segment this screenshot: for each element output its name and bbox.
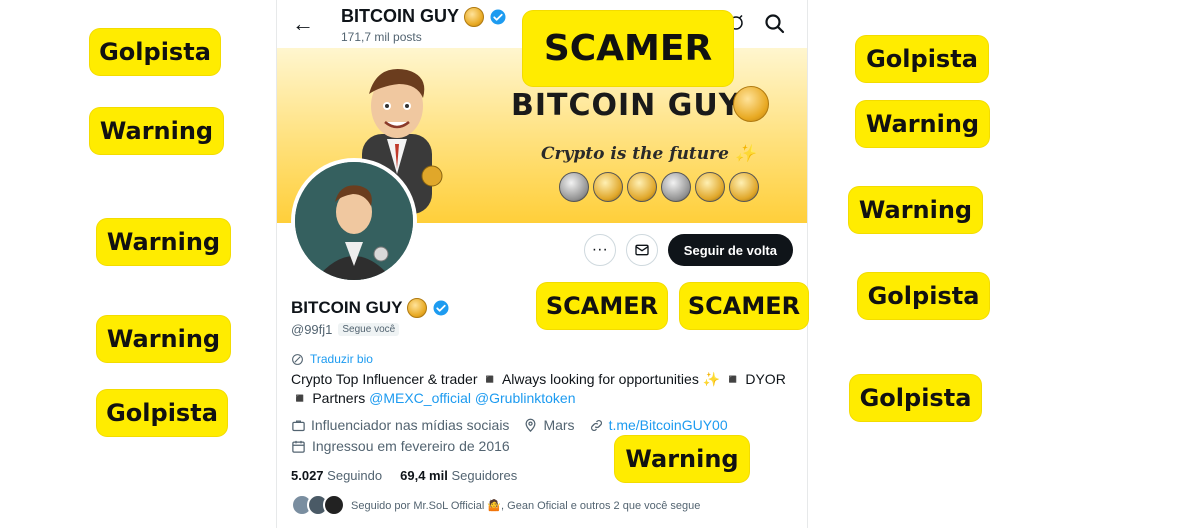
header-title-text: BITCOIN GUY: [341, 6, 460, 26]
warning-tag: Warning: [90, 108, 223, 154]
location-item: Mars: [523, 417, 575, 433]
avatar[interactable]: [295, 162, 413, 280]
golpista-tag: Golpista: [850, 375, 981, 421]
website-item: t.me/BitcoinGUY00: [589, 417, 728, 433]
message-button[interactable]: [625, 234, 658, 266]
display-name-text: BITCOIN GUY: [291, 298, 403, 317]
calendar-icon: [292, 440, 305, 453]
crypto-coin-icon: [559, 172, 589, 202]
category-item: Influenciador nas mídias sociais: [291, 417, 509, 433]
profile-handle-row: @99fj1 Segue você: [291, 322, 400, 337]
followers-count: 69,4 mil: [400, 468, 448, 483]
follow-stats: 5.027 Seguindo 69,4 mil Seguidores: [291, 468, 517, 483]
followed-by-row[interactable]: Seguido por Mr.SoL Official 🤷, Gean Ofic…: [291, 494, 700, 516]
warning-tag: Warning: [615, 436, 749, 482]
follower-avatars: [291, 494, 345, 516]
golpista-tag: Golpista: [858, 273, 989, 319]
banner-title: BITCOIN GUY: [511, 88, 742, 123]
profile-display-name: BITCOIN GUY: [291, 298, 450, 318]
following-label: Seguindo: [327, 468, 383, 483]
warning-tag: Warning: [97, 316, 230, 362]
coin-emoji-icon: [464, 6, 485, 27]
back-arrow-icon[interactable]: ←: [289, 10, 317, 38]
following-count: 5.027: [291, 468, 324, 483]
profile-actions: ··· Seguir de volta: [583, 234, 793, 266]
category-text: Influenciador nas mídias sociais: [311, 417, 510, 433]
follow-back-button[interactable]: Seguir de volta: [667, 234, 793, 266]
joined-text: Ingressou em fevereiro de 2016: [312, 438, 510, 454]
warning-tag: Warning: [856, 101, 989, 147]
golpista-tag: Golpista: [90, 29, 220, 75]
profile-bio: Crypto Top Influencer & trader ◾ Always …: [291, 370, 791, 408]
translate-bio-link[interactable]: Traduzir bio: [291, 352, 373, 366]
more-options-button[interactable]: ···: [583, 234, 616, 266]
translate-icon: [292, 353, 303, 365]
banner-coin-icon: [733, 86, 769, 122]
follows-you-badge: Segue você: [338, 323, 400, 336]
search-icon[interactable]: [763, 12, 787, 36]
briefcase-icon: [292, 420, 305, 431]
golpista-tag: Golpista: [97, 390, 227, 436]
scamer-tag: SCAMER: [523, 11, 733, 86]
banner-tagline: Crypto is the future ✨: [541, 144, 756, 164]
joined-row: Ingressou em fevereiro de 2016: [291, 438, 510, 454]
money-bag-icon: [729, 172, 759, 202]
profile-meta-row: Influenciador nas mídias sociais Mars t.…: [291, 417, 728, 433]
verified-badge-icon[interactable]: [432, 299, 450, 317]
more-icon: ···: [591, 241, 608, 258]
followers-label: Seguidores: [451, 468, 518, 483]
link-icon: [590, 419, 602, 431]
following-stat[interactable]: 5.027 Seguindo: [291, 468, 382, 483]
scamer-tag: SCAMER: [680, 283, 808, 329]
banner-tagline-text: Crypto is the future: [541, 144, 729, 164]
scamer-tag: SCAMER: [537, 283, 667, 329]
coin-emoji-icon: [407, 298, 428, 318]
warning-tag: Warning: [97, 219, 230, 265]
bio-mention-grublink[interactable]: @Grublinktoken: [475, 390, 576, 406]
golpista-tag: Golpista: [856, 36, 988, 82]
bio-mention-mexc[interactable]: @MEXC_official: [369, 390, 471, 406]
handle-text: @99fj1: [291, 322, 333, 337]
warning-tag: Warning: [849, 187, 982, 233]
crypto-coin-icon: [593, 172, 623, 202]
envelope-icon: [635, 244, 649, 256]
sparkle-icon: ✨: [734, 144, 757, 164]
followed-by-text: Seguido por Mr.SoL Official 🤷, Gean Ofic…: [351, 499, 701, 512]
banner-crypto-coins: [559, 172, 759, 202]
website-link[interactable]: t.me/BitcoinGUY00: [609, 417, 728, 433]
crypto-coin-icon: [627, 172, 657, 202]
location-pin-icon: [525, 418, 536, 432]
profile-avatar-frame[interactable]: [291, 158, 417, 284]
crypto-coin-icon: [695, 172, 725, 202]
avatar-illustration: [295, 162, 413, 280]
verified-badge-icon: [490, 9, 506, 24]
translate-bio-text: Traduzir bio: [310, 352, 373, 366]
header-title: BITCOIN GUY: [341, 6, 507, 27]
avatar: [323, 494, 345, 516]
location-text: Mars: [543, 417, 575, 433]
followers-stat[interactable]: 69,4 mil Seguidores: [400, 468, 517, 483]
crypto-coin-icon: [661, 172, 691, 202]
posts-count: 171,7 mil posts: [341, 30, 422, 44]
